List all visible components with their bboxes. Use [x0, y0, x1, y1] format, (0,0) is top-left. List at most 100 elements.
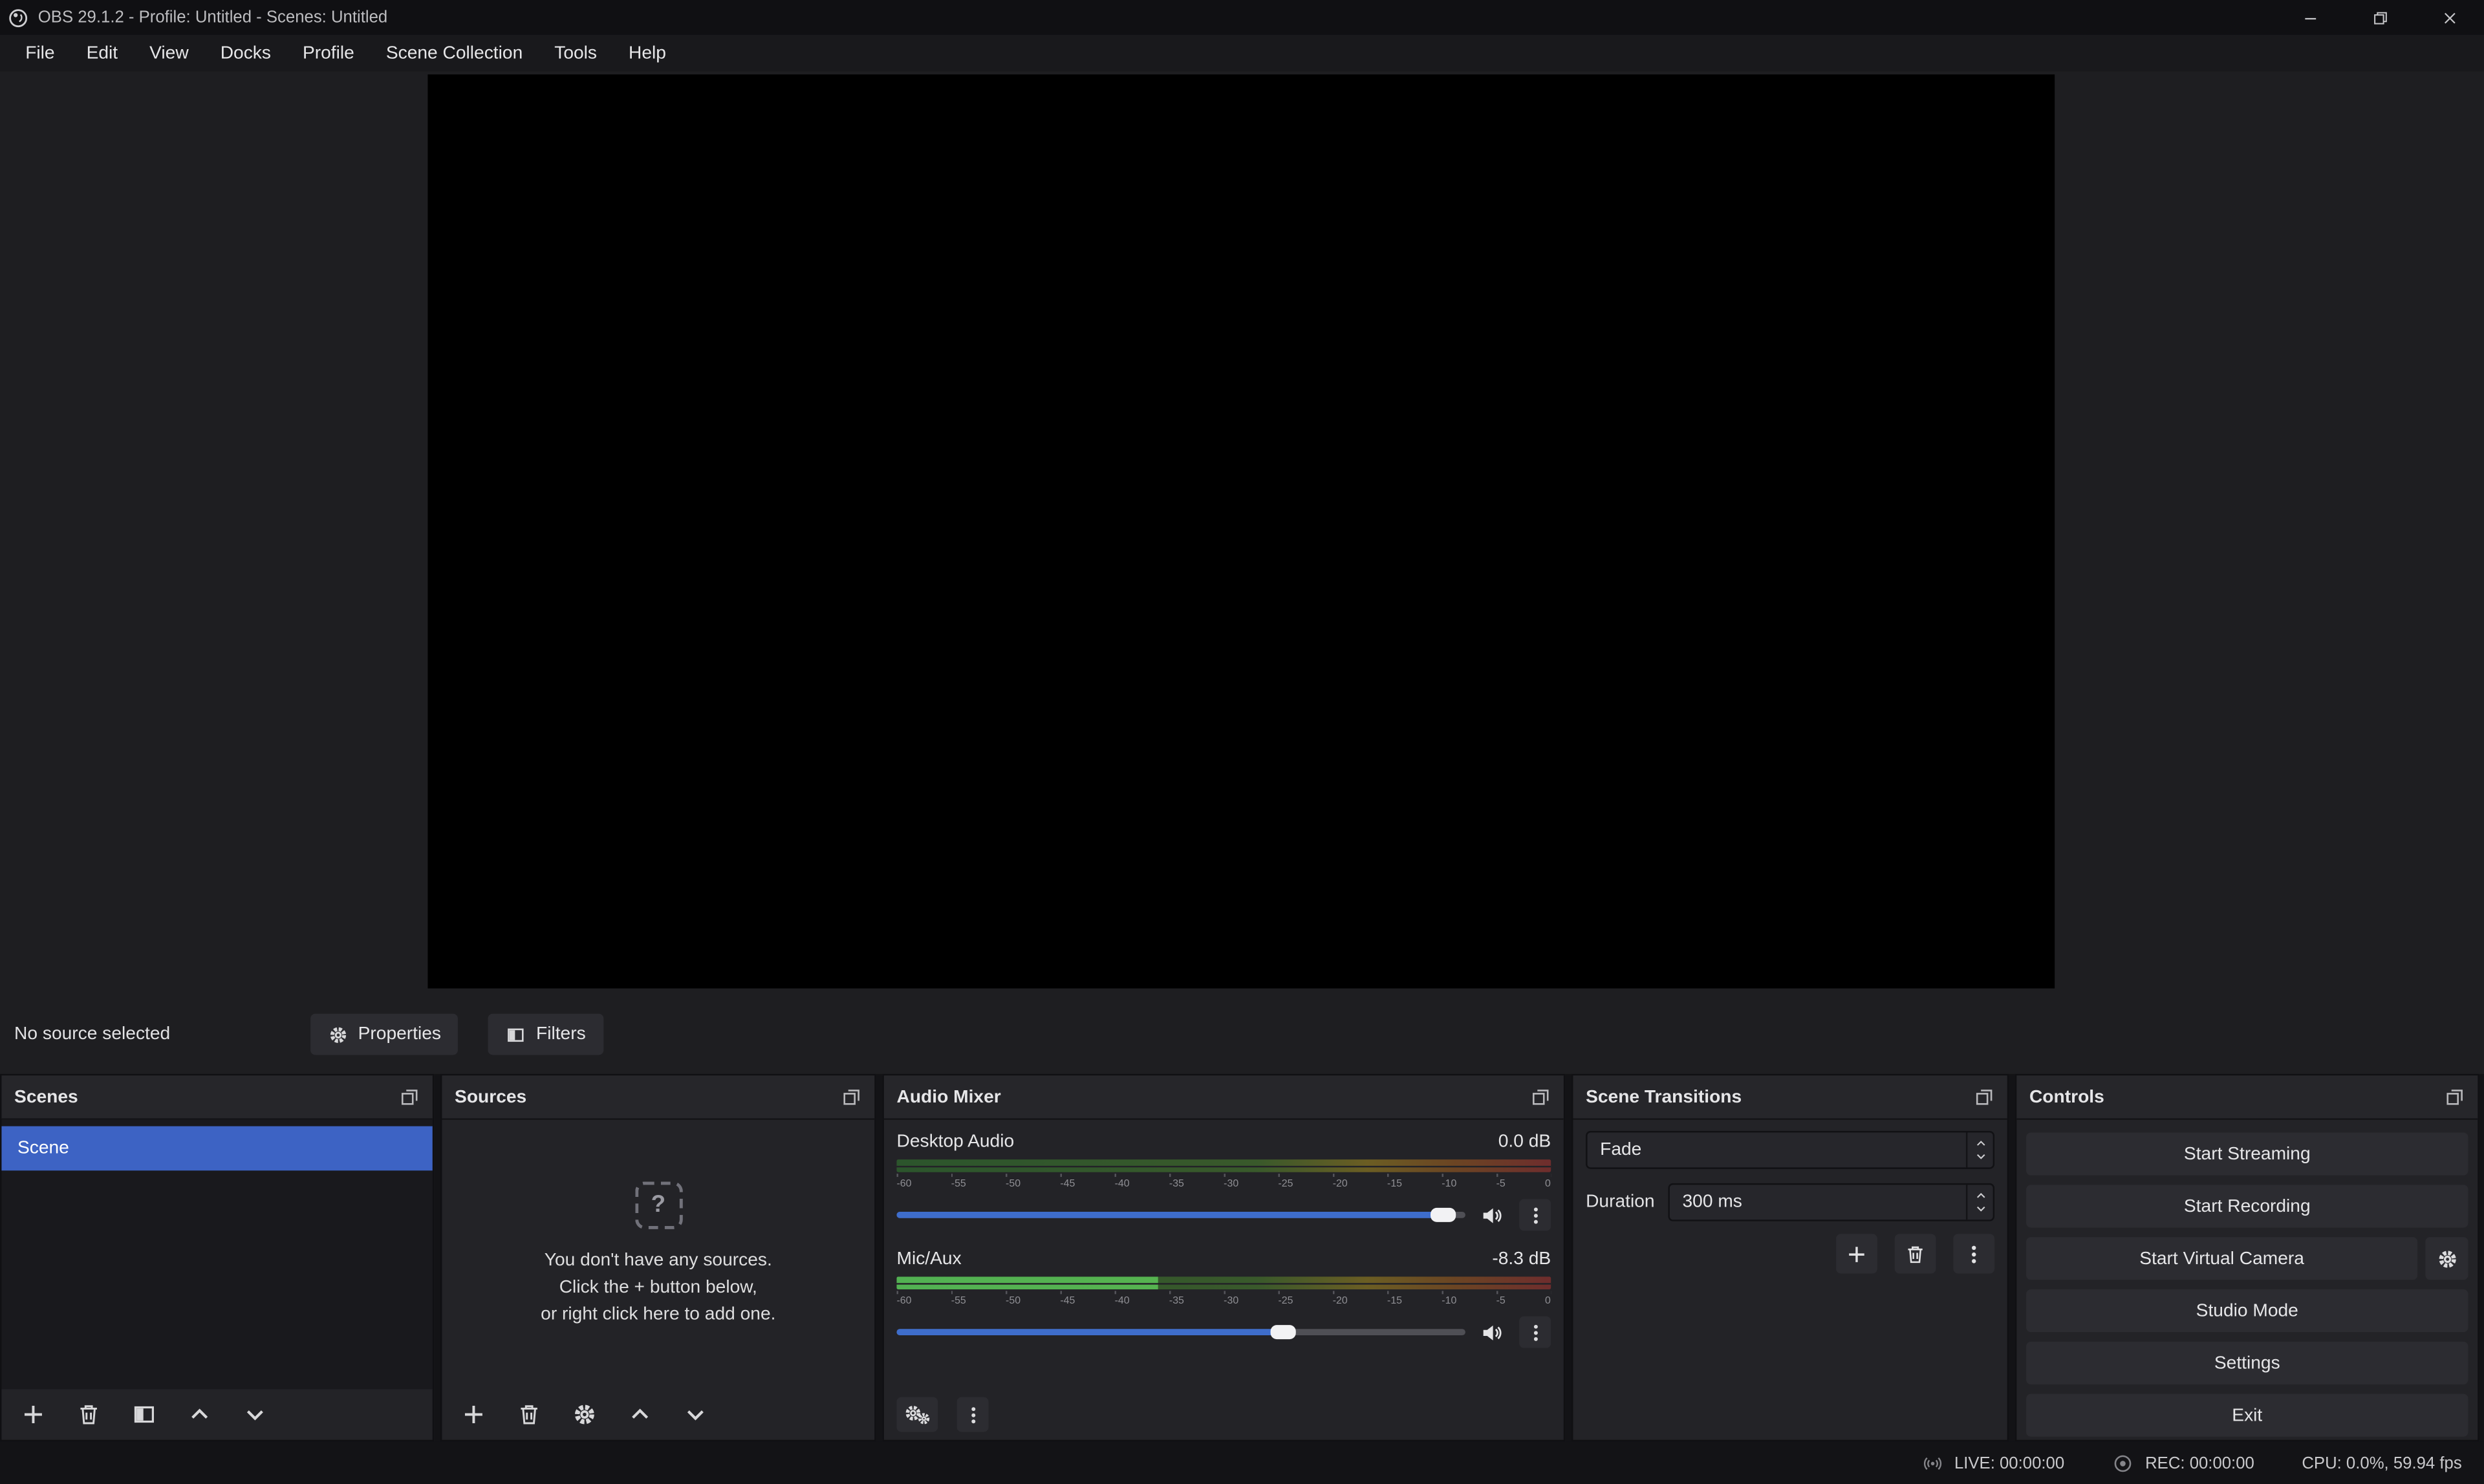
- preview-area: No source selected Properties Filters: [0, 71, 2484, 1074]
- menu-docks[interactable]: Docks: [204, 35, 286, 71]
- remove-transition-button[interactable]: [1895, 1234, 1936, 1273]
- volume-slider-handle[interactable]: [1271, 1325, 1296, 1339]
- filters-button[interactable]: Filters: [489, 1014, 603, 1055]
- rec-time: REC: 00:00:00: [2145, 1454, 2254, 1472]
- transition-properties-button[interactable]: [1953, 1234, 1994, 1273]
- meter-tick-label: -20: [1333, 1296, 1348, 1310]
- move-source-down-icon[interactable]: [683, 1402, 708, 1427]
- mixer-menu-button[interactable]: [957, 1397, 989, 1432]
- move-scene-up-icon[interactable]: [187, 1402, 212, 1427]
- mixer-channel-desktop-audio: Desktop Audio 0.0 dB -60-55-50-45-40-35-…: [896, 1130, 1551, 1231]
- source-properties-icon[interactable]: [572, 1402, 597, 1427]
- meter-tick-marks: [896, 1174, 1551, 1177]
- scenes-list[interactable]: Scene: [1, 1120, 432, 1389]
- menu-profile[interactable]: Profile: [286, 35, 370, 71]
- channel-name: Mic/Aux: [896, 1250, 961, 1269]
- meter-tick-label: -40: [1115, 1179, 1130, 1193]
- close-button[interactable]: [2414, 0, 2484, 35]
- channel-name: Desktop Audio: [896, 1132, 1014, 1151]
- transition-select-arrows[interactable]: [1966, 1132, 1993, 1167]
- sources-empty-area[interactable]: ? You don't have any sources. Click the …: [442, 1120, 874, 1389]
- menu-view[interactable]: View: [134, 35, 205, 71]
- advanced-audio-properties-button[interactable]: [896, 1397, 938, 1432]
- maximize-button[interactable]: [2344, 0, 2414, 35]
- scene-list-item-selected[interactable]: Scene: [1, 1126, 432, 1171]
- virtual-camera-settings-button[interactable]: [2425, 1237, 2468, 1280]
- volume-slider[interactable]: [896, 1329, 1465, 1335]
- start-recording-button[interactable]: Start Recording: [2026, 1185, 2468, 1227]
- mute-toggle-speaker-icon[interactable]: [1480, 1320, 1504, 1344]
- scenes-title: Scenes: [14, 1088, 78, 1106]
- audio-mixer-dock: Audio Mixer Desktop Audio 0.0 dB -60-55: [882, 1074, 1565, 1441]
- menu-scene-collection[interactable]: Scene Collection: [370, 35, 538, 71]
- menu-help[interactable]: Help: [613, 35, 682, 71]
- preview-canvas[interactable]: [427, 74, 2055, 988]
- audio-mixer-title: Audio Mixer: [896, 1088, 1000, 1106]
- volume-slider-fill: [896, 1329, 1283, 1335]
- meter-tick-label: -10: [1442, 1296, 1456, 1310]
- record-icon: [2112, 1452, 2134, 1474]
- restore-icon: [2371, 8, 2388, 26]
- meter-tick-label: -5: [1496, 1179, 1506, 1193]
- meter-tick-label: -35: [1169, 1296, 1184, 1310]
- sources-empty-text: You don't have any sources. Click the + …: [541, 1247, 775, 1328]
- transition-select[interactable]: Fade: [1586, 1131, 1994, 1169]
- meter-scale: -60-55-50-45-40-35-30-25-20-15-10-50: [896, 1179, 1551, 1193]
- menu-tools[interactable]: Tools: [539, 35, 613, 71]
- audio-mixer-body: Desktop Audio 0.0 dB -60-55-50-45-40-35-…: [884, 1120, 1564, 1389]
- scene-transitions-header: Scene Transitions: [1573, 1075, 2007, 1120]
- meter-channel-split: [896, 1283, 1551, 1284]
- sources-toolbar: [442, 1389, 874, 1439]
- move-source-up-icon[interactable]: [627, 1402, 653, 1427]
- add-source-icon[interactable]: [461, 1402, 486, 1427]
- channel-menu-button[interactable]: [1519, 1317, 1551, 1348]
- meter-tick-label: 0: [1545, 1296, 1551, 1310]
- remove-source-icon[interactable]: [517, 1402, 542, 1427]
- settings-button[interactable]: Settings: [2026, 1342, 2468, 1384]
- meter-tick-label: -60: [896, 1296, 911, 1310]
- meter-tick-label: -30: [1224, 1179, 1238, 1193]
- meter-tick-label: -10: [1442, 1179, 1456, 1193]
- studio-mode-button[interactable]: Studio Mode: [2026, 1289, 2468, 1332]
- scenes-dock: Scenes Scene: [0, 1074, 434, 1441]
- meter-tick-label: -25: [1278, 1296, 1293, 1310]
- minimize-button[interactable]: [2275, 0, 2345, 35]
- add-scene-icon[interactable]: [21, 1402, 46, 1427]
- move-scene-down-icon[interactable]: [243, 1402, 268, 1427]
- meter-tick-label: -55: [951, 1296, 966, 1310]
- duration-spinbox[interactable]: 300 ms: [1668, 1183, 1994, 1221]
- add-transition-button[interactable]: [1836, 1234, 1877, 1273]
- transition-selected-value: Fade: [1600, 1141, 1641, 1159]
- volume-slider[interactable]: [896, 1212, 1465, 1218]
- sources-dock: Sources ? You don't have any sources. Cl…: [440, 1074, 876, 1441]
- controls-title: Controls: [2029, 1088, 2104, 1106]
- obs-logo-icon: [8, 7, 28, 28]
- volume-slider-handle[interactable]: [1430, 1208, 1455, 1222]
- volume-meter: [896, 1159, 1551, 1172]
- gear-icon: [328, 1024, 349, 1045]
- start-virtual-camera-button[interactable]: Start Virtual Camera: [2026, 1237, 2417, 1280]
- meter-tick-label: -60: [896, 1179, 911, 1193]
- gears-icon: [903, 1403, 931, 1425]
- cpu-status: CPU: 0.0%, 59.94 fps: [2302, 1454, 2461, 1472]
- rec-status: REC: 00:00:00: [2112, 1452, 2254, 1474]
- meter-tick-label: -45: [1060, 1179, 1075, 1193]
- scenes-dock-header: Scenes: [1, 1075, 432, 1120]
- remove-scene-icon[interactable]: [76, 1402, 102, 1427]
- start-streaming-button[interactable]: Start Streaming: [2026, 1132, 2468, 1175]
- chevron-down-icon: [1973, 1150, 1987, 1163]
- duration-spin-arrows[interactable]: [1966, 1185, 1993, 1220]
- channel-menu-button[interactable]: [1519, 1199, 1551, 1231]
- meter-tick-label: -35: [1169, 1179, 1184, 1193]
- menu-file[interactable]: File: [10, 35, 70, 71]
- popout-icon: [1974, 1086, 1994, 1107]
- scene-filters-icon[interactable]: [131, 1402, 157, 1427]
- menu-edit[interactable]: Edit: [70, 35, 134, 71]
- properties-button[interactable]: Properties: [310, 1014, 459, 1055]
- exit-button[interactable]: Exit: [2026, 1394, 2468, 1437]
- meter-tick-label: -25: [1278, 1179, 1293, 1193]
- window-controls: [2275, 0, 2484, 35]
- question-icon: ?: [634, 1181, 682, 1228]
- mute-toggle-speaker-icon[interactable]: [1480, 1203, 1504, 1227]
- scenes-toolbar: [1, 1389, 432, 1439]
